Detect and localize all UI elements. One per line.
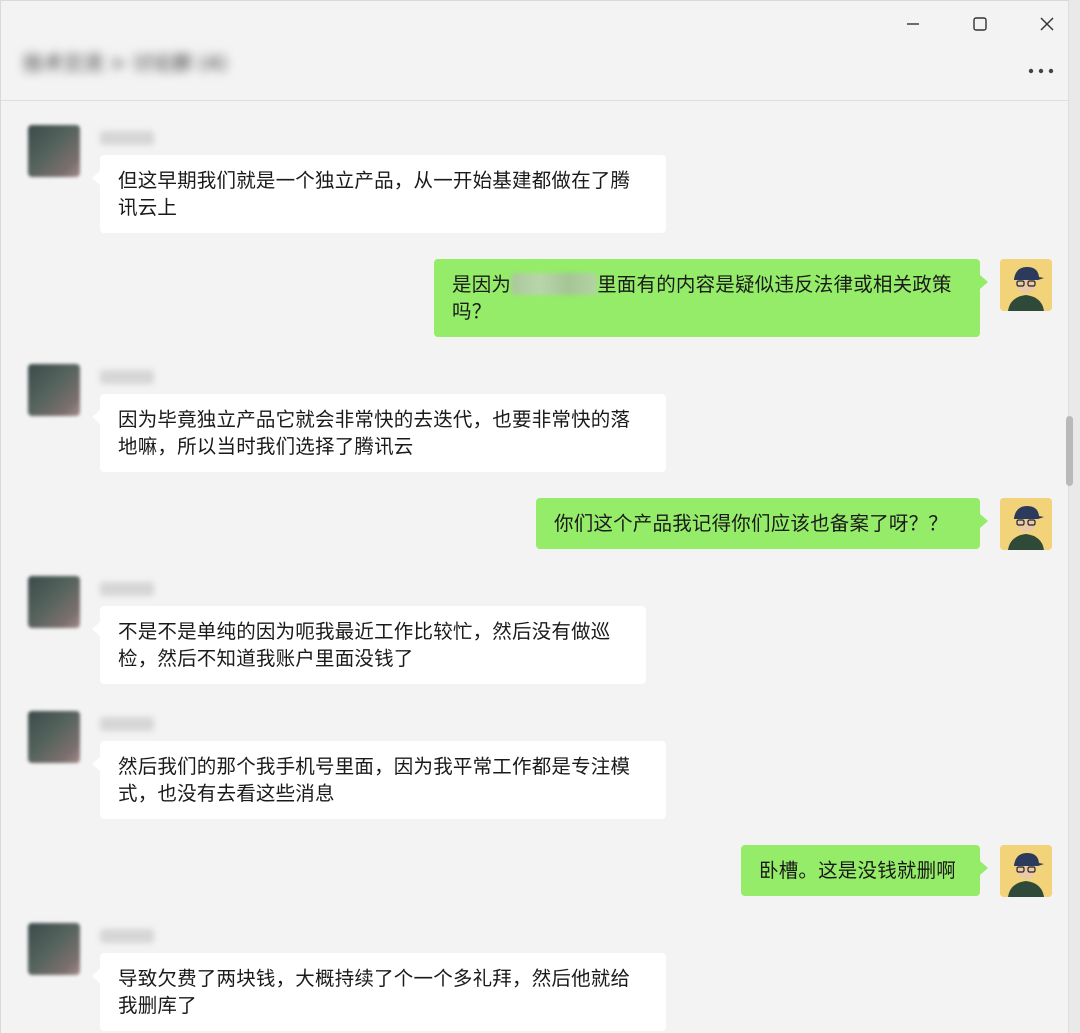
scrollbar-thumb[interactable] — [1066, 416, 1073, 486]
message-line: 式，也没有去看这些消息 — [118, 782, 335, 805]
my-avatar[interactable] — [1000, 259, 1052, 311]
minimize-button[interactable] — [891, 9, 935, 39]
message-bubble-sent[interactable]: 你们这个产品我记得你们应该也备案了呀？？ — [536, 498, 988, 549]
maximize-icon — [973, 17, 987, 31]
window-edge — [1068, 0, 1080, 1033]
user-avatar-icon — [1000, 259, 1052, 311]
message-line: 你们这个产品我记得你们应该也备案了呀？？ — [554, 512, 949, 535]
message-line: 卧槽。这是没钱就删啊 — [759, 859, 957, 882]
more-icon — [1028, 68, 1054, 74]
message-line: 但这早期我们就是一个独立产品，从一开始基建都做在了腾 — [118, 169, 631, 192]
chat-window: 技术交流 > 讨论群 (4) 但这早期我们就是一个独立产品，从一开始基建都做在了… — [0, 0, 1069, 1033]
sender-name — [100, 370, 154, 384]
contact-avatar[interactable] — [28, 364, 80, 416]
message-line: 因为毕竟独立产品它就会非常快的去迭代，也要非常快的落 — [118, 408, 631, 431]
more-options-button[interactable] — [1021, 57, 1061, 85]
my-avatar[interactable] — [1000, 498, 1052, 550]
message-bubble-sent[interactable]: 是因为 里面有的内容是疑似违反法律或相关政策 吗？ — [434, 259, 988, 337]
message-line: 不是不是单纯的因为呃我最近工作比较忙，然后没有做巡 — [118, 620, 611, 643]
user-avatar-icon — [1000, 498, 1052, 550]
redacted-text — [511, 273, 598, 295]
sender-name — [100, 717, 154, 731]
message-line: 然后我们的那个我手机号里面，因为我平常工作都是专注模 — [118, 755, 631, 778]
message-bubble-received[interactable]: 导致欠费了两块钱，大概持续了个一个多礼拜，然后他就给 我删库了 — [92, 953, 666, 1031]
contact-avatar[interactable] — [28, 576, 80, 628]
message-list[interactable]: 但这早期我们就是一个独立产品，从一开始基建都做在了腾 讯云上 是因为 里面有的内容… — [1, 102, 1069, 1033]
message-line: 检，然后不知道我账户里面没钱了 — [118, 647, 414, 670]
close-icon — [1040, 17, 1054, 31]
message-text: 里面有的内容是疑似违反法律或相关政策 — [597, 273, 952, 296]
user-avatar-icon — [1000, 845, 1052, 897]
message-line: 我删库了 — [118, 994, 197, 1017]
my-avatar[interactable] — [1000, 845, 1052, 897]
maximize-button[interactable] — [958, 9, 1002, 39]
message-bubble-sent[interactable]: 卧槽。这是没钱就删啊 — [741, 845, 988, 896]
message-line: 吗？ — [452, 300, 492, 323]
chat-header: 技术交流 > 讨论群 (4) — [1, 1, 1069, 101]
message-bubble-received[interactable]: 然后我们的那个我手机号里面，因为我平常工作都是专注模 式，也没有去看这些消息 — [92, 741, 666, 819]
message-bubble-received[interactable]: 但这早期我们就是一个独立产品，从一开始基建都做在了腾 讯云上 — [92, 155, 666, 233]
contact-avatar[interactable] — [28, 711, 80, 763]
contact-avatar[interactable] — [28, 923, 80, 975]
sender-name — [100, 131, 154, 145]
contact-avatar[interactable] — [28, 125, 80, 177]
message-bubble-received[interactable]: 不是不是单纯的因为呃我最近工作比较忙，然后没有做巡 检，然后不知道我账户里面没钱… — [92, 606, 646, 684]
message-line: 地嘛，所以当时我们选择了腾讯云 — [118, 435, 414, 458]
message-line: 讯云上 — [118, 196, 178, 219]
sender-name — [100, 929, 154, 943]
message-line: 是因为 里面有的内容是疑似违反法律或相关政策 — [452, 271, 964, 298]
message-bubble-received[interactable]: 因为毕竟独立产品它就会非常快的去迭代，也要非常快的落 地嘛，所以当时我们选择了腾… — [92, 394, 666, 472]
minimize-icon — [907, 23, 919, 25]
message-line: 导致欠费了两块钱，大概持续了个一个多礼拜，然后他就给 — [118, 967, 631, 990]
message-text: 是因为 — [452, 273, 512, 296]
sender-name — [100, 582, 154, 596]
close-button[interactable] — [1025, 9, 1069, 39]
chat-title[interactable]: 技术交流 > 讨论群 (4) — [23, 47, 227, 76]
